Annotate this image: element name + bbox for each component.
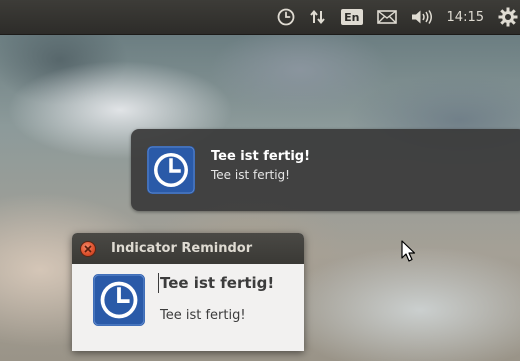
- mouse-pointer-icon: [401, 240, 416, 262]
- dialog-heading[interactable]: Tee ist fertig!: [160, 274, 274, 292]
- indicator-remindor[interactable]: [270, 0, 302, 34]
- indicator-keyboard[interactable]: En: [334, 0, 369, 34]
- desktop: En 14:15 Tee ist fertig! Tee ist fertig!…: [0, 0, 520, 361]
- mail-envelope-icon: [376, 10, 397, 24]
- window-titlebar[interactable]: Indicator Remindor: [72, 233, 304, 264]
- indicator-session[interactable]: [491, 0, 520, 34]
- keyboard-layout-icon: En: [341, 9, 363, 25]
- close-button[interactable]: [80, 241, 96, 257]
- indicator-network[interactable]: [302, 0, 334, 34]
- indicator-datetime[interactable]: 14:15: [440, 0, 491, 34]
- notification-title: Tee ist fertig!: [211, 149, 311, 164]
- top-panel: En 14:15: [0, 0, 520, 35]
- indicator-area: En 14:15: [270, 0, 520, 34]
- clock-icon: [277, 8, 295, 26]
- window-title: Indicator Remindor: [111, 241, 253, 256]
- notification-bubble: Tee ist fertig! Tee ist fertig!: [131, 129, 520, 211]
- remindor-dialog: Indicator Remindor Tee ist fertig! Tee i…: [72, 233, 304, 351]
- session-gear-icon: [498, 7, 518, 27]
- reminder-clock-icon: [93, 274, 145, 326]
- text-cursor: [158, 273, 159, 293]
- notification-body: Tee ist fertig!: [211, 168, 290, 182]
- indicator-messages[interactable]: [370, 0, 404, 34]
- network-arrows-icon: [310, 9, 325, 25]
- indicator-sound[interactable]: [404, 0, 440, 34]
- close-icon: [84, 245, 92, 253]
- dialog-body[interactable]: Tee ist fertig!: [160, 308, 246, 323]
- volume-icon: [411, 10, 432, 24]
- reminder-clock-icon: [147, 146, 195, 194]
- clock-time: 14:15: [446, 9, 484, 25]
